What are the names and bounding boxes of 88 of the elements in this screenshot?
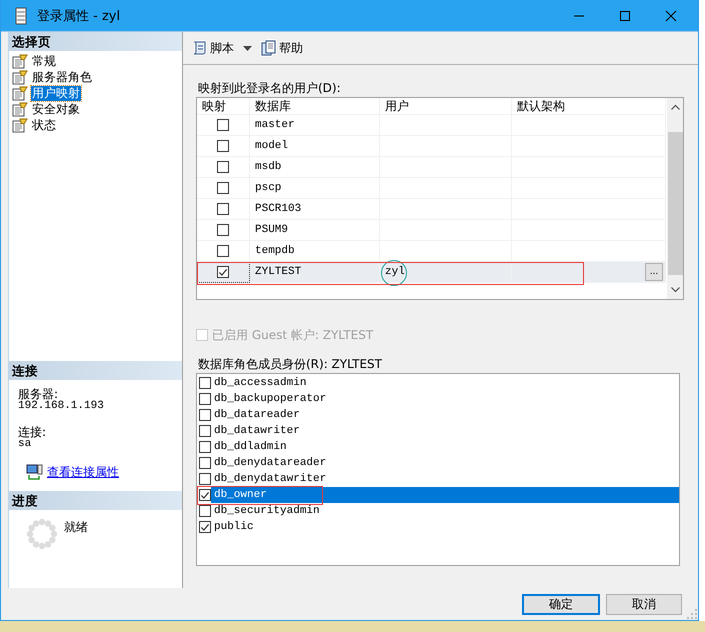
document-icon [261,40,277,56]
list-item[interactable]: db_owner [211,487,679,503]
window-title: 登录属性 - zyl [37,8,120,24]
list-item[interactable]: db_accessadmin [211,375,679,391]
table-row[interactable]: PSCR103 [197,199,667,220]
scroll-icon [192,40,208,56]
connection-link[interactable]: 查看连接属性 [47,464,119,481]
checkbox[interactable] [217,266,229,278]
checkbox[interactable] [217,224,229,236]
dialog-button[interactable]: 取消 [606,594,682,614]
checkbox[interactable] [199,457,211,469]
page-icon [12,70,28,84]
checkbox[interactable] [199,425,211,437]
table-row[interactable]: pscp [197,178,667,199]
table-cell: pscp [250,178,380,199]
checkbox-label: 已启用 Guest 帐户: ZYLTEST [212,326,374,344]
checkbox[interactable] [217,245,229,257]
page-item[interactable]: 用户映射 [12,85,182,101]
database-icon [15,6,27,24]
table-row[interactable]: model [197,136,667,157]
scroll-up-icon [670,104,680,110]
browse-button[interactable]: ... [645,263,663,281]
dialog-button[interactable]: 确定 [522,594,600,614]
section-label: 映射到此登录名的用户(D): [197,80,342,97]
column-header: 默认架构 [512,98,666,115]
table-cell: tempdb [250,241,380,262]
table-row[interactable]: PSUM9 [197,220,667,241]
table-row[interactable]: msdb [197,157,667,178]
table-cell: msdb [250,157,380,178]
table-row[interactable]: ZYLTEST zyl ... [197,262,667,283]
checkbox[interactable] [217,119,229,131]
toolbar-button[interactable]: 帮助 [260,38,304,58]
checkbox[interactable] [217,203,229,215]
list-item[interactable]: db_datareader [211,407,679,423]
page-item[interactable]: 常规 [12,53,182,69]
maximize-icon [619,10,631,22]
status-text: 就绪 [64,519,88,533]
table-cell: PSUM9 [250,220,380,241]
field-label: 服务器: [18,388,58,400]
list-item[interactable]: db_ddladmin [211,439,679,455]
checkbox[interactable] [217,182,229,194]
checkbox[interactable] [199,393,211,405]
checkbox[interactable] [199,409,211,421]
checkbox[interactable] [199,377,211,389]
checkbox[interactable] [199,505,211,517]
scrollbar[interactable] [667,98,683,299]
section-header: 选择页 [9,32,182,51]
spinner-icon [26,518,58,550]
checkbox[interactable] [199,489,211,501]
checkbox[interactable] [199,521,211,533]
server-value: 192.168.1.193 [18,400,105,412]
login-value: sa [18,438,32,450]
table-cell: PSCR103 [250,199,380,220]
list-item[interactable]: public [211,519,679,535]
page-icon [12,86,28,100]
page-icon [12,118,28,132]
section-label: 数据库角色成员身份(R): ZYLTEST [197,356,384,373]
checkbox[interactable] [199,473,211,485]
table-row[interactable]: master [197,115,667,136]
list-item[interactable]: db_denydatareader [211,455,679,471]
scroll-thumb[interactable] [668,132,682,275]
checkbox[interactable] [199,441,211,453]
scroll-down-icon [670,287,680,293]
page-icon [12,54,28,68]
table-cell: ZYLTEST [250,262,380,283]
column-header: 数据库 [250,98,380,115]
close-icon [665,10,677,22]
list-item[interactable]: db_backupoperator [211,391,679,407]
table-cell: master [250,115,380,136]
resize-grip-icon [687,609,697,619]
column-header: 映射 [197,98,250,115]
column-header: 用户 [380,98,512,115]
list-item[interactable]: db_datawriter [211,423,679,439]
field-label: 连接: [18,426,48,438]
section-header: 连接 [9,361,182,380]
page-item[interactable]: 状态 [12,117,182,133]
table-cell: zyl [380,262,512,283]
list-item[interactable]: db_securityadmin [211,503,679,519]
network-icon [26,464,44,481]
table-cell: model [250,136,380,157]
page-icon [12,102,28,116]
checkbox[interactable] [217,161,229,173]
checkbox[interactable] [217,140,229,152]
toolbar-button[interactable]: 脚本 [191,38,235,58]
page-item[interactable]: 服务器角色 [12,69,182,85]
section-header: 进度 [9,491,182,510]
list-item[interactable]: db_denydatawriter [211,471,679,487]
page-item[interactable]: 安全对象 [12,101,182,117]
